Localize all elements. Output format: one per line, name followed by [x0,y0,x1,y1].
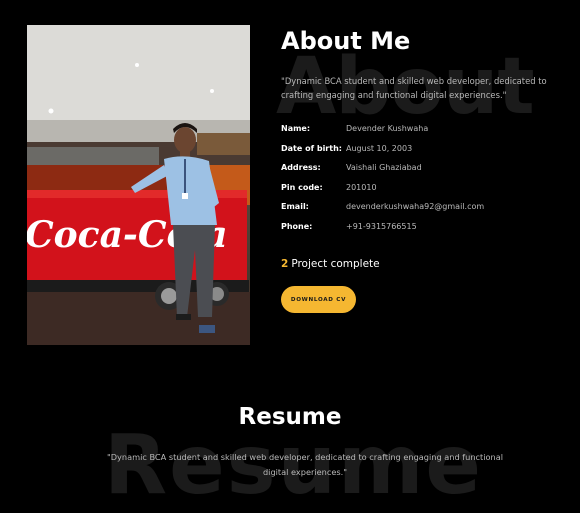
info-label: Email: [281,202,309,211]
projects-count: 2 [281,258,289,270]
resume-description: "Dynamic BCA student and skilled web dev… [106,452,504,477]
about-description: "Dynamic BCA student and skilled web dev… [281,76,547,100]
info-label: Name: [281,124,311,133]
info-value: devenderkushwaha92@gmail.com [346,202,485,211]
download-cv-button[interactable]: DOWNLOAD CV [281,286,356,313]
info-label: Address: [281,163,321,172]
projects-complete: 2 Project complete [281,258,380,270]
info-value: +91-9315766515 [346,221,417,231]
info-label: Pin code: [281,182,323,192]
info-label: Phone: [281,221,313,231]
info-value: Vaishali Ghaziabad [346,163,422,172]
profile-photo: Coca-Cola [27,25,250,345]
about-title: About Me [281,27,411,55]
info-value: Devender Kushwaha [346,124,429,133]
info-value: 201010 [346,182,377,192]
resume-title: Resume [238,404,342,430]
projects-label: Project complete [291,258,380,270]
info-label: Date of birth: [281,143,342,153]
info-value: August 10, 2003 [346,143,413,153]
